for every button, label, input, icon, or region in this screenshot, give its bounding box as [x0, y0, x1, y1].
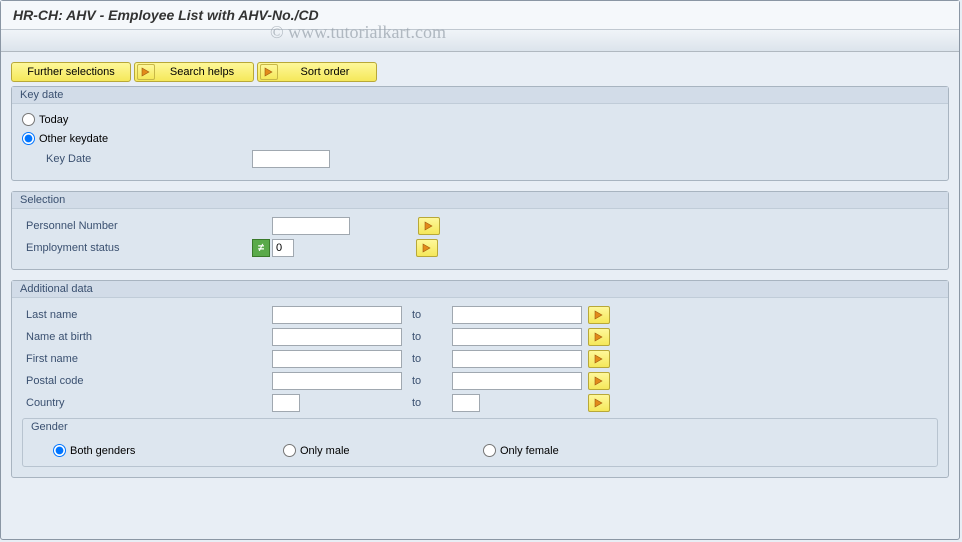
name-at-birth-label: Name at birth: [22, 331, 252, 343]
employment-status-multi-button[interactable]: [416, 239, 438, 257]
personnel-number-label: Personnel Number: [22, 220, 252, 232]
additional-legend: Additional data: [12, 281, 948, 298]
keydate-legend: Key date: [12, 87, 948, 104]
search-helps-label: Search helps: [170, 66, 234, 78]
personnel-number-multi-button[interactable]: [418, 217, 440, 235]
to-label: to: [412, 331, 442, 343]
name-at-birth-multi-button[interactable]: [588, 328, 610, 346]
other-keydate-label: Other keydate: [39, 133, 108, 145]
to-label: to: [412, 397, 442, 409]
country-multi-button[interactable]: [588, 394, 610, 412]
gender-legend: Gender: [23, 419, 937, 435]
postal-code-to-input[interactable]: [452, 372, 582, 390]
to-label: to: [412, 309, 442, 321]
employment-status-input[interactable]: [272, 239, 294, 257]
both-genders-label: Both genders: [70, 445, 135, 457]
selection-group: Selection Personnel Number Employment st…: [11, 191, 949, 270]
table-row: Name at birth to: [22, 326, 938, 348]
only-female-radio[interactable]: [483, 444, 496, 457]
both-genders-radio[interactable]: [53, 444, 66, 457]
only-male-label: Only male: [300, 445, 350, 457]
first-name-label: First name: [22, 353, 252, 365]
last-name-to-input[interactable]: [452, 306, 582, 324]
only-female-label: Only female: [500, 445, 559, 457]
further-selections-label: Further selections: [27, 66, 114, 78]
table-row: First name to: [22, 348, 938, 370]
action-button-row: Further selections Search helps Sort ord…: [11, 62, 949, 82]
toolbar-strip: [1, 30, 959, 52]
postal-code-multi-button[interactable]: [588, 372, 610, 390]
first-name-multi-button[interactable]: [588, 350, 610, 368]
last-name-multi-button[interactable]: [588, 306, 610, 324]
gender-group: Gender Both genders Only male: [22, 418, 938, 467]
key-date-field-label: Key Date: [22, 153, 252, 165]
table-row: Postal code to: [22, 370, 938, 392]
table-row: Country to: [22, 392, 938, 414]
other-keydate-radio[interactable]: [22, 132, 35, 145]
name-at-birth-from-input[interactable]: [272, 328, 402, 346]
only-male-radio[interactable]: [283, 444, 296, 457]
to-label: to: [412, 353, 442, 365]
search-helps-button[interactable]: Search helps: [134, 62, 254, 82]
table-row: Last name to: [22, 304, 938, 326]
country-from-input[interactable]: [272, 394, 300, 412]
today-label: Today: [39, 114, 68, 126]
last-name-label: Last name: [22, 309, 252, 321]
not-equal-icon[interactable]: ≠: [252, 239, 270, 257]
today-radio[interactable]: [22, 113, 35, 126]
page-title: HR-CH: AHV - Employee List with AHV-No./…: [1, 1, 959, 30]
key-date-input[interactable]: [252, 150, 330, 168]
arrow-right-icon: [260, 64, 278, 80]
postal-code-label: Postal code: [22, 375, 252, 387]
postal-code-from-input[interactable]: [272, 372, 402, 390]
last-name-from-input[interactable]: [272, 306, 402, 324]
selection-legend: Selection: [12, 192, 948, 209]
first-name-to-input[interactable]: [452, 350, 582, 368]
sort-order-label: Sort order: [301, 66, 350, 78]
arrow-right-icon: [137, 64, 155, 80]
name-at-birth-to-input[interactable]: [452, 328, 582, 346]
personnel-number-input[interactable]: [272, 217, 350, 235]
further-selections-button[interactable]: Further selections: [11, 62, 131, 82]
to-label: to: [412, 375, 442, 387]
country-label: Country: [22, 397, 252, 409]
keydate-group: Key date Today Other keydate Key Date: [11, 86, 949, 181]
employment-status-label: Employment status: [22, 242, 252, 254]
country-to-input[interactable]: [452, 394, 480, 412]
sort-order-button[interactable]: Sort order: [257, 62, 377, 82]
first-name-from-input[interactable]: [272, 350, 402, 368]
additional-group: Additional data Last name to Name at bir…: [11, 280, 949, 478]
